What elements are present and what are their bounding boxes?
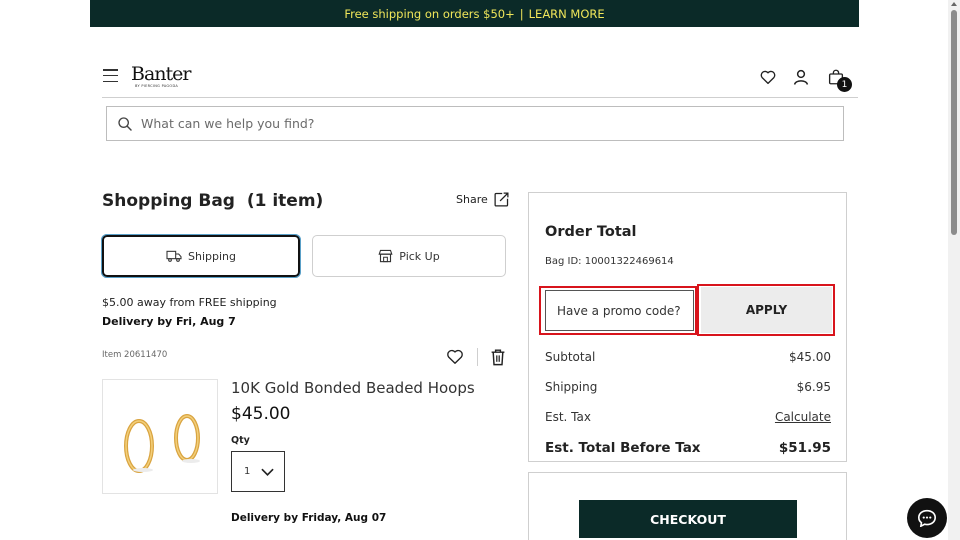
action-divider (477, 348, 478, 366)
page-title: Shopping Bag (1 item) (102, 191, 324, 211)
delivery-date: Delivery by Fri, Aug 7 (102, 315, 236, 328)
wishlist-heart-icon[interactable] (446, 348, 464, 369)
bag-id: Bag ID: 10001322469614 (545, 256, 674, 267)
total-label: Est. Total Before Tax (545, 440, 701, 456)
shipping-value: $6.95 (796, 380, 831, 394)
scrollbar-thumb[interactable] (951, 10, 957, 235)
subtotal-value: $45.00 (789, 350, 831, 364)
store-icon (378, 249, 393, 263)
tab-shipping-label: Shipping (188, 249, 236, 263)
item-number: Item 20611470 (102, 350, 168, 360)
shipping-row: Shipping $6.95 (545, 380, 831, 394)
search-input[interactable] (141, 116, 741, 131)
order-total-title: Order Total (545, 224, 637, 240)
banner-separator: | (519, 6, 524, 21)
calculate-tax-link[interactable]: Calculate (775, 410, 831, 424)
search-icon (118, 116, 132, 131)
tab-pickup[interactable]: Pick Up (312, 235, 506, 277)
product-price: $45.00 (231, 404, 291, 424)
chevron-down-icon (261, 468, 274, 476)
scroll-up-arrow[interactable] (951, 2, 957, 6)
search-bar[interactable] (106, 106, 844, 141)
header-divider (102, 97, 858, 98)
subtotal-row: Subtotal $45.00 (545, 350, 831, 364)
promo-banner: Free shipping on orders $50+ | LEARN MOR… (90, 0, 859, 27)
tax-row: Est. Tax Calculate (545, 410, 831, 424)
logo-text: Banter (131, 63, 192, 85)
subtotal-label: Subtotal (545, 350, 596, 364)
checkout-button[interactable]: CHECKOUT (579, 500, 797, 538)
tab-pickup-label: Pick Up (399, 249, 440, 263)
total-row: Est. Total Before Tax $51.95 (545, 440, 831, 456)
chat-button[interactable] (907, 498, 947, 538)
free-shipping-message: $5.00 away from FREE shipping (102, 296, 277, 309)
product-image[interactable] (102, 379, 218, 494)
product-name[interactable]: 10K Gold Bonded Beaded Hoops (231, 379, 475, 397)
learn-more-link[interactable]: LEARN MORE (529, 7, 605, 21)
truck-icon (166, 250, 182, 262)
tax-label: Est. Tax (545, 410, 591, 424)
share-icon (494, 192, 509, 207)
item-delivery-date: Delivery by Friday, Aug 07 (231, 512, 387, 524)
tab-shipping[interactable]: Shipping (101, 234, 301, 278)
qty-label: Qty (231, 435, 250, 446)
user-icon[interactable] (792, 68, 810, 86)
heart-icon[interactable] (759, 68, 777, 86)
quantity-value: 1 (244, 466, 251, 477)
quantity-select[interactable]: 1 (231, 451, 285, 492)
logo[interactable]: Banter BY PIERCING PAGODA (131, 63, 192, 89)
chat-icon (917, 509, 937, 527)
share-button[interactable]: Share (456, 191, 510, 208)
total-value: $51.95 (778, 440, 831, 456)
shipping-label: Shipping (545, 380, 598, 394)
promo-code-input[interactable]: Have a promo code? (545, 290, 694, 331)
share-label: Share (456, 193, 488, 206)
apply-button[interactable]: APPLY (701, 287, 832, 333)
banner-text: Free shipping on orders $50+ (344, 6, 515, 21)
trash-icon[interactable] (490, 348, 506, 370)
cart-count-badge: 1 (837, 77, 852, 92)
menu-icon[interactable] (103, 69, 118, 82)
